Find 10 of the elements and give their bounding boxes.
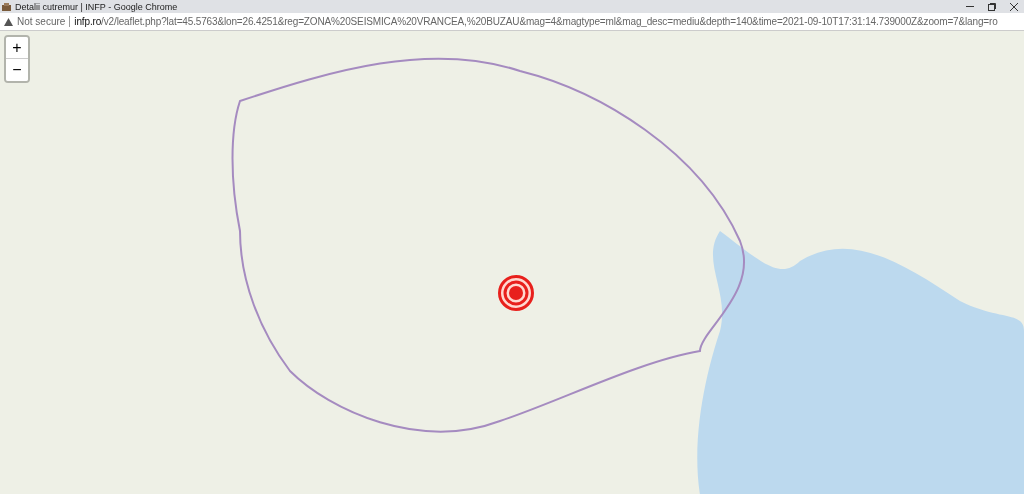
restore-icon[interactable] [988,2,996,11]
url-text[interactable]: infp.ro/v2/leaflet.php?lat=45.5763&lon=26.4251&reg=ZONA%20SEISMICA%20VRANCEA,%20BUZAU&mag=4&magtype=ml&mag_desc=mediu&depth=140&time=2021-09-10T17:31:14.739000Z&zoom=7&lang=ro [74,16,998,27]
zoom-out-button[interactable]: − [6,59,28,81]
window-title: Detalii cutremur | INFP - Google Chrome [15,1,179,12]
security-label[interactable]: Not secure [17,16,66,27]
close-icon[interactable] [1010,2,1018,11]
address-bar[interactable]: Not secure infp.ro/v2/leaflet.php?lat=45.5763&lon=26.4251&reg=ZONA%20SEISMICA%20VRANCEA,%20BUZAU&mag=4&magtype=ml&mag_desc=mediu&depth=140&time=2021-09-10T17:31:14.739000Z&zoom=7&lang=ro [0,13,1024,31]
app-icon [2,2,11,11]
warning-icon [4,17,13,26]
zoom-in-button[interactable]: + [6,37,28,59]
